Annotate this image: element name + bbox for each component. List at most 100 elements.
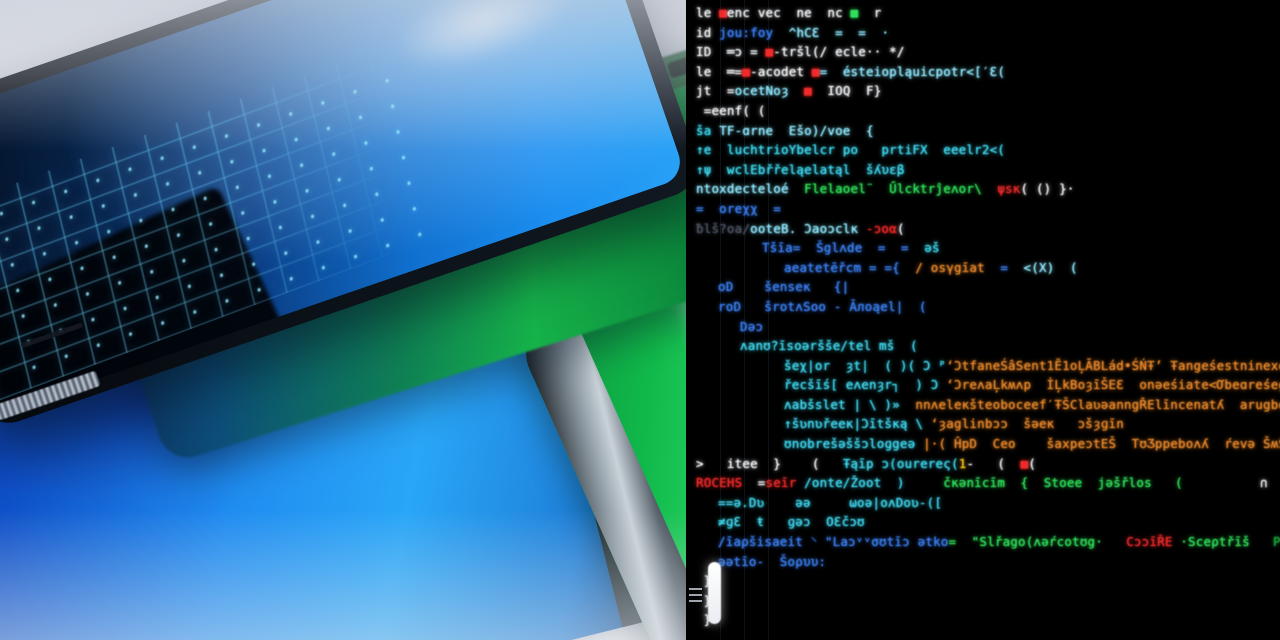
code-token: əətīo- Šoρυυ: (718, 553, 827, 569)
code-line[interactable]: ʌabšslet | \ )» nnʌeleκšteoboceef′ŦŠClaʋ… (686, 395, 1280, 415)
code-token: /īaρšisaeit ⸌ "Laɔᵛᵛσʊtīɔ ətko (718, 534, 949, 550)
code-token: əš (924, 240, 940, 256)
code-line[interactable]: oD šenseκ {| (686, 277, 1280, 297)
code-line[interactable]: ʊnobrešəššɔloɡgeə |·( ĤpD Ceo šaxpeɔtEŠ … (686, 434, 1280, 454)
code-line[interactable]: Tšīa= Šglʌde = = əš (686, 238, 1280, 258)
code-line[interactable]: jt =ocetNoȝ ■ IOQ F} (686, 81, 1280, 101)
code-token: ROCEHS (696, 475, 743, 491)
code-line[interactable]: əətīo- Šoρυυ: (686, 552, 1280, 572)
code-token: ·Sceρtřīš (1172, 534, 1273, 550)
code-line[interactable]: } (686, 591, 1280, 611)
code-line[interactable]: ša TF-ɑrne Ešo)/voe { (686, 121, 1280, 141)
code-token: ■ (742, 63, 751, 79)
code-token: ƀlš?oa/ (696, 220, 751, 236)
code-line[interactable]: le ■enc vec ne nc ■ r (686, 3, 1280, 23)
code-line[interactable]: Dəɔ (686, 317, 1280, 337)
code-token: TF-ɑrne Ešo)/voe { (719, 122, 874, 138)
code-token: id (696, 24, 720, 40)
code-token: ↑e (696, 142, 727, 158)
code-line[interactable]: ƀlš?oa/ooteB. Ɔaoɔclκ -ɔoα( (686, 219, 1280, 239)
code-token: ( (1028, 455, 1036, 471)
code-token: ↑ψ wclEbřřeląelatąl šʎυεβ (696, 161, 905, 177)
code-token: ( (896, 220, 905, 236)
code-line[interactable]: ==ə.Dʋ əə ωoə|oʌDoʋ-([ (686, 493, 1280, 513)
code-token: IOQ F} (811, 83, 882, 99)
code-line[interactable]: ʌanʊ?īsoəršše/tel mš ( (686, 336, 1280, 356)
code-token: =eenf( ( (696, 102, 766, 118)
code-token: - ( (966, 455, 1021, 471)
code-token: ■ (719, 5, 727, 20)
code-line[interactable]: roD šrotʌSoo - Āлоąel| ( (686, 297, 1280, 317)
code-token: <(X) ( (1023, 259, 1078, 275)
code-token: nnʌeleκšteoboceef′ŦŠClaʋəanngŘElīncenatʎ… (899, 396, 1280, 412)
code-token: ^hCƐ = = · (773, 24, 890, 40)
code-line[interactable]: ntoxdecteloé Flelaoel¨ Űlcktrĵeʌor\ ψsκ(… (686, 179, 1280, 199)
depth-of-field-bottom (0, 510, 686, 640)
code-line[interactable]: > itee } ( Ŧąīp ɔ(ourereς(1- ( ■( (686, 454, 1280, 474)
code-line[interactable]: ≠ɡƐ ŧ ɡəɔ OƐčɔʊ (686, 512, 1280, 532)
code-token: P Ťloet (1273, 534, 1280, 550)
code-token: Tšīa= Šglʌde = = (762, 240, 925, 256)
code-line[interactable]: } (686, 571, 1280, 591)
text-cursor[interactable] (708, 562, 721, 624)
code-token: CɔɔīŘE (1126, 534, 1173, 550)
code-token: ·· */ (865, 44, 905, 60)
code-token: ■ (811, 63, 820, 79)
code-token: Ŧąīp ɔ(ourereς( (842, 455, 959, 471)
code-token: -ɔoα (865, 220, 897, 236)
code-token: ‘ƆreʌaĻkʍʌp İĻkBoȝīŠEƐ onəeśiate<Ơbeɑreś… (946, 377, 1280, 393)
code-token: ≠ɡƐ ŧ ɡəɔ OƐčɔʊ (718, 514, 865, 530)
code-line[interactable]: =eenf( ( (686, 101, 1280, 121)
code-token: Flelaoel¨ Űlcktrĵeʌor\ (804, 181, 990, 197)
code-token: = "Slřago(ʌəŕcotʊg· (948, 534, 1127, 550)
code-token: ↑šʋnʋřeeκ|Ɔītšκą \ (784, 416, 924, 432)
code-token: šeχ|or ȝt| ( )( Ɔ ᴾ (784, 357, 947, 373)
code-token: > ite (696, 455, 751, 471)
code-token: Dəɔ (740, 318, 764, 334)
panel-divider (686, 0, 689, 640)
code-line[interactable]: ROCEHS =seīr /onte/Žoot ) čκənīcīm { Sto… (686, 473, 1280, 493)
code-line[interactable]: } (686, 610, 1280, 630)
code-token: řecšīś[ eʌenȝr┐ ) Ɔ (784, 377, 947, 393)
code-token: ‘ƆtfaneŚâSent1Ĕ1oĻĀBLád•ŚŃŦ’ Ŧangeśestni… (946, 357, 1280, 373)
code-line[interactable]: /īaρšisaeit ⸌ "Laɔᵛᵛσʊtīɔ ətko= "Slřago(… (686, 532, 1280, 552)
code-token: ʌanʊ?īsoəršše/tel mš ( (740, 338, 918, 354)
code-token: le ═= (696, 63, 743, 79)
code-line[interactable]: šeχ|or ȝt| ( )( Ɔ ᴾ‘ƆtfaneŚâSent1Ĕ1oĻĀBL… (686, 356, 1280, 376)
code-token: ‘ȝaglinbɔɔ šəeκ ɔšȝɡīn (923, 416, 1124, 432)
code-token: ■ (788, 83, 812, 99)
code-token: oD šenseκ {| (718, 279, 850, 295)
code-token: = (984, 259, 1024, 275)
code-line[interactable]: ↑e luchtrioYbelcr po prtiFX eeelr2<( (686, 140, 1280, 160)
code-token: -acodet (750, 63, 812, 79)
code-token: ša (696, 122, 720, 138)
code-lines-container[interactable]: le ■enc vec ne nc ■ r id jou:foy ^hCƐ = =… (686, 0, 1280, 630)
code-token: ■ (842, 5, 859, 20)
code-token: ʌabšslet | \ )» (784, 396, 900, 412)
code-token: čκənīcīm { Stoee jəšřlos ( (943, 475, 1183, 491)
code-token: roD šrotʌSoo - Āлоąel| ( (718, 298, 927, 314)
code-token: ocetNoȝ (734, 83, 789, 99)
code-token: jt = (696, 83, 735, 99)
smartphone-photograph (0, 0, 686, 640)
code-token: aeatetēřcm = ={ (784, 259, 916, 275)
code-line[interactable]: řecšīś[ eʌenȝr┐ ) Ɔ ‘ƆreʌaĻkʍʌp İĻkBoȝīŠ… (686, 375, 1280, 395)
code-line[interactable]: aeatetēřcm = ={ / osγgīat = <(X) ( (686, 258, 1280, 278)
code-token: = oreχχ = (696, 200, 781, 216)
code-token: luchtrioYbelcr po prtiFX eeelr2<( (726, 142, 1006, 158)
code-editor-panel[interactable]: le ■enc vec ne nc ■ r id jou:foy ^hCƐ = =… (686, 0, 1280, 640)
code-token: ∩ (1260, 475, 1268, 491)
code-line[interactable]: ID ═ɔ = ■-tršl(/ ecle·· */ (686, 42, 1280, 62)
code-line[interactable]: = oreχχ = (686, 199, 1280, 219)
code-line[interactable]: id jou:foy ^hCƐ = = · (686, 23, 1280, 43)
code-line[interactable]: ↑ψ wclEbřřeląelatąl šʎυεβ (686, 160, 1280, 180)
code-token: ooteB. Ɔaoɔclκ (750, 220, 866, 236)
code-token: ( () }· (1020, 181, 1075, 197)
screenshot-root: le ■enc vec ne nc ■ r id jou:foy ^hCƐ = =… (0, 0, 1280, 640)
code-line[interactable]: le ═=■-acodet ■= ésteiopląuicpotr<[′Ɛ( (686, 62, 1280, 82)
code-token: = (742, 475, 766, 491)
code-line[interactable]: ↑šʋnʋřeeκ|Ɔītšκą \ ‘ȝaglinbɔɔ šəeκ ɔšȝɡī… (686, 414, 1280, 434)
code-token: ntoxdecteloé (696, 181, 805, 197)
code-token: jou:foy (719, 24, 774, 40)
